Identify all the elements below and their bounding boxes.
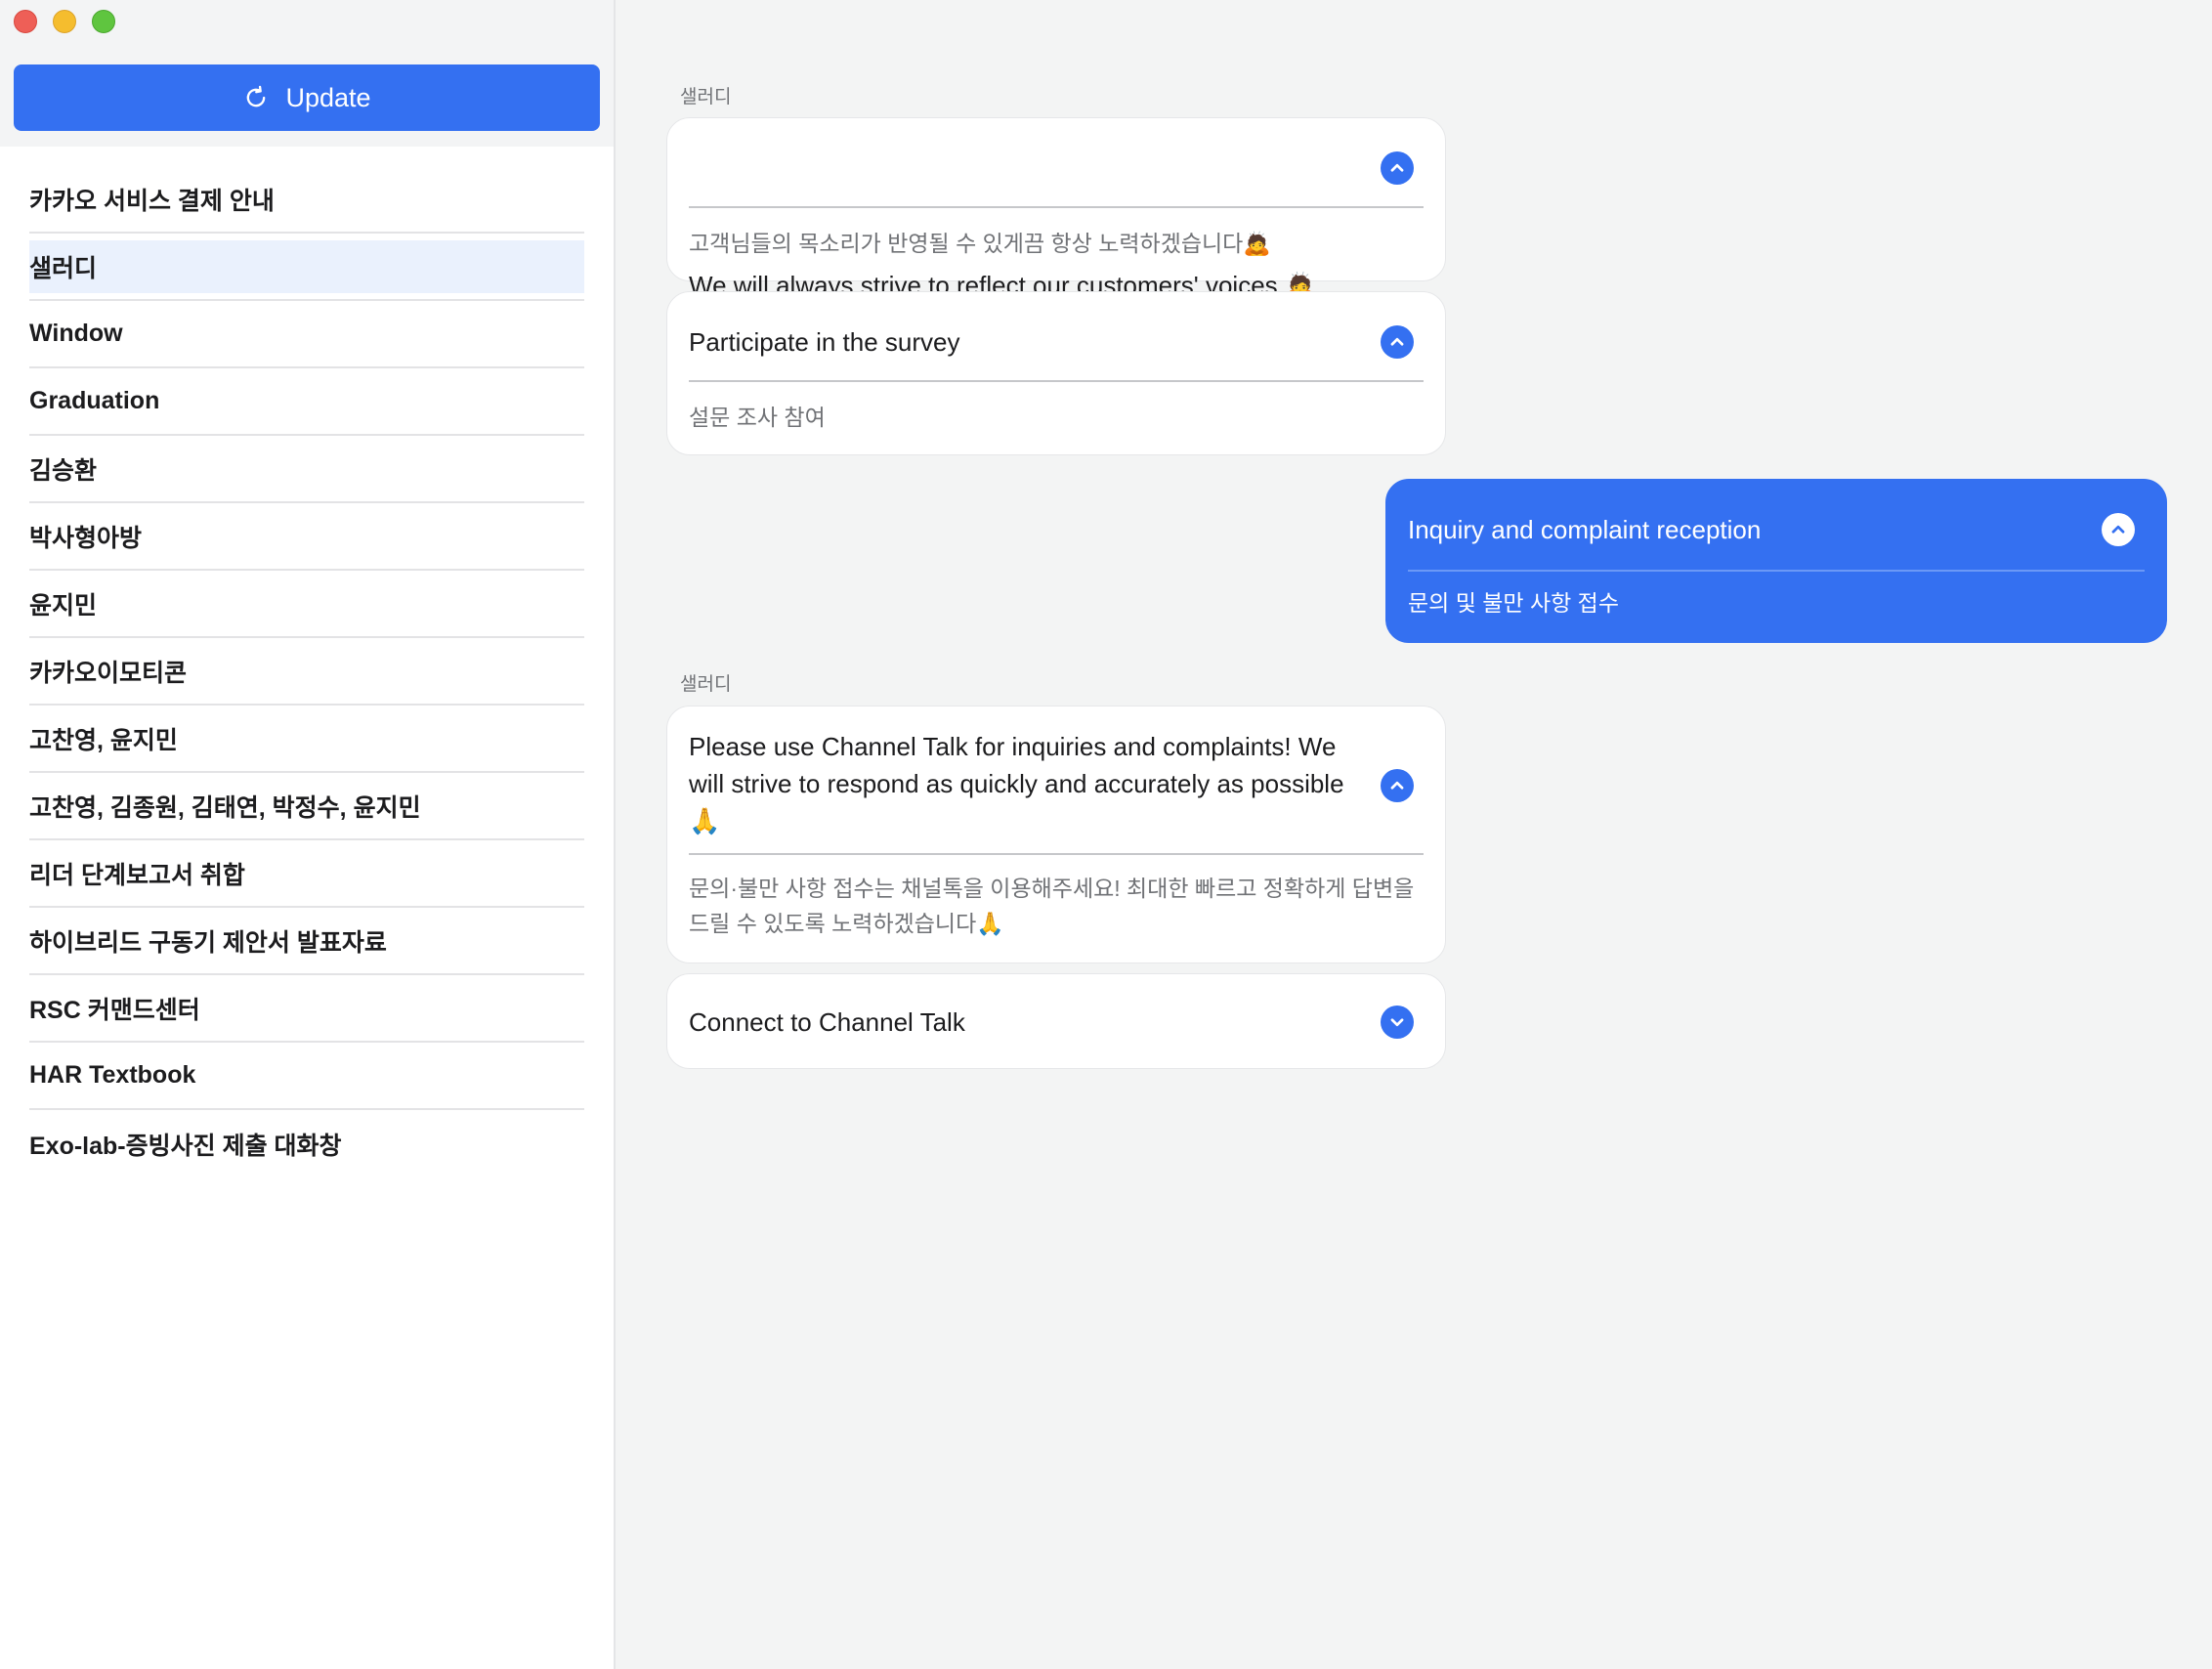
- sender-name: 샐러디: [680, 87, 732, 107]
- chat-list-item-selected[interactable]: 샐러디: [29, 234, 584, 301]
- sidebar: Update 카카오 서비스 결제 안내 샐러디 Window Graduati…: [0, 0, 616, 1669]
- message-title: Connect to Channel Talk: [689, 1007, 965, 1037]
- sender-name: 샐러디: [680, 674, 732, 695]
- update-button[interactable]: Update: [14, 64, 600, 131]
- close-window-button[interactable]: [14, 10, 37, 33]
- chat-name: 샐러디: [29, 239, 584, 293]
- maximize-window-button[interactable]: [92, 10, 115, 33]
- message-card[interactable]: Connect to Channel Talk: [666, 973, 1446, 1069]
- chat-list-item[interactable]: Window: [29, 301, 584, 368]
- minimize-window-button[interactable]: [53, 10, 76, 33]
- chat-list-item[interactable]: HAR Textbook: [29, 1043, 584, 1110]
- chat-list-item[interactable]: 박사형아방: [29, 503, 584, 571]
- message-card: We will always strive to reflect our cus…: [666, 117, 1446, 300]
- message-divider: [1408, 570, 2145, 572]
- window-controls: [14, 10, 115, 33]
- chat-list-item[interactable]: 고찬영, 김종원, 김태연, 박정수, 윤지민: [29, 773, 584, 840]
- message-title: Participate in the survey: [689, 327, 960, 357]
- expand-toggle-button[interactable]: [1381, 1006, 1414, 1039]
- chat-list-item[interactable]: 카카오이모티콘: [29, 638, 584, 706]
- chat-name: 하이브리드 구동기 제안서 발표자료: [29, 928, 387, 957]
- chevron-up-icon: [1390, 781, 1404, 790]
- chat-list-item[interactable]: Graduation: [29, 368, 584, 436]
- message-translation: 문의·불만 사항 접수는 채널톡을 이용해주세요! 최대한 빠르고 정확하게 답…: [689, 876, 1415, 936]
- chat-list-item[interactable]: 고찬영, 윤지민: [29, 706, 584, 773]
- chat-list-item[interactable]: Exo-lab-증빙사진 제출 대화창: [29, 1110, 584, 1177]
- chat-name: 리더 단계보고서 취합: [29, 861, 245, 889]
- message-translation: 문의 및 불만 사항 접수: [1408, 590, 1620, 616]
- chat-name: Graduation: [29, 387, 160, 414]
- chat-name: 윤지민: [29, 591, 98, 620]
- chat-list-item[interactable]: 리더 단계보고서 취합: [29, 840, 584, 908]
- chat-area: 샐러디 We will always strive to reflect our…: [617, 0, 2212, 1669]
- message-title: Inquiry and complaint reception: [1408, 515, 1762, 544]
- message-divider: [689, 380, 1424, 382]
- sidebar-header: Update: [0, 0, 614, 147]
- chat-list-item[interactable]: 김승환: [29, 436, 584, 503]
- chat-name: 김승환: [29, 456, 98, 485]
- my-message-card: Inquiry and complaint reception 문의 및 불만 …: [1385, 479, 2167, 643]
- collapse-toggle-button[interactable]: [2102, 513, 2135, 546]
- chat-list-item[interactable]: 윤지민: [29, 571, 584, 638]
- message-translation: 설문 조사 참여: [689, 405, 826, 430]
- chat-name: 카카오이모티콘: [29, 659, 188, 687]
- chat-name: 고찬영, 김종원, 김태연, 박정수, 윤지민: [29, 793, 421, 822]
- chevron-up-icon: [1390, 163, 1404, 172]
- chat-name: HAR Textbook: [29, 1061, 196, 1089]
- chat-list-item[interactable]: RSC 커맨드센터: [29, 975, 584, 1043]
- chat-name: RSC 커맨드센터: [29, 996, 200, 1024]
- chat-list: 카카오 서비스 결제 안내 샐러디 Window Graduation 김승환 …: [29, 166, 584, 1177]
- collapse-toggle-button[interactable]: [1381, 769, 1414, 802]
- update-label: Update: [285, 82, 371, 112]
- message-divider: [689, 853, 1424, 855]
- chat-name: Exo-lab-증빙사진 제출 대화창: [29, 1132, 342, 1160]
- message-divider: [689, 206, 1424, 208]
- refresh-icon: [247, 85, 266, 107]
- chevron-up-icon: [1390, 337, 1404, 346]
- chevron-down-icon: [1390, 1018, 1404, 1027]
- message-title: Please use Channel Talk for inquiries an…: [689, 732, 1344, 835]
- chat-name: 고찬영, 윤지민: [29, 726, 178, 754]
- message-translation: 고객님들의 목소리가 반영될 수 있게끔 항상 노력하겠습니다🙇: [689, 231, 1271, 256]
- message-card: Please use Channel Talk for inquiries an…: [666, 706, 1446, 963]
- chat-name: Window: [29, 320, 123, 347]
- message-card: Participate in the survey 설문 조사 참여: [666, 291, 1446, 455]
- chat-list-item[interactable]: 카카오 서비스 결제 안내: [29, 166, 584, 234]
- chat-name: 박사형아방: [29, 524, 143, 552]
- collapse-toggle-button[interactable]: [1381, 325, 1414, 359]
- chevron-up-icon: [2111, 525, 2125, 534]
- collapse-toggle-button[interactable]: [1381, 151, 1414, 185]
- chat-list-item[interactable]: 하이브리드 구동기 제안서 발표자료: [29, 908, 584, 975]
- chat-name: 카카오 서비스 결제 안내: [29, 187, 275, 215]
